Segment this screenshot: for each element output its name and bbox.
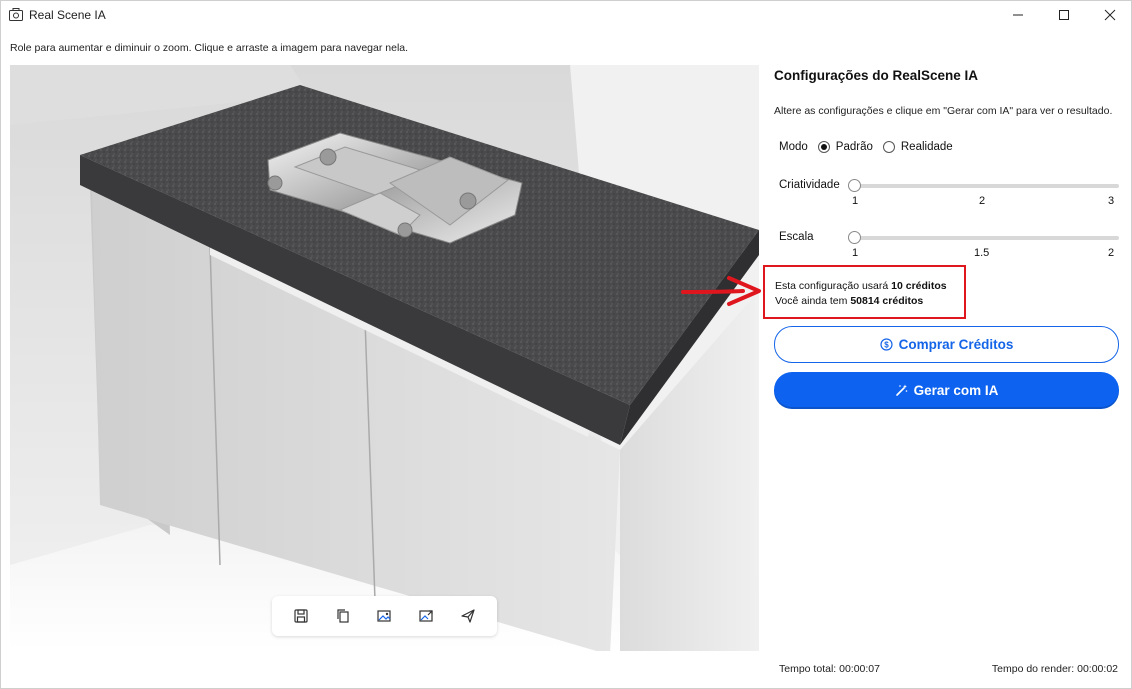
tick-label: 3 [1108,195,1115,207]
render-viewport[interactable] [10,65,759,651]
scale-label: Escala [779,231,814,243]
close-button[interactable] [1087,1,1132,29]
tick-label: 2 [1108,247,1115,259]
maximize-icon [1059,10,1069,20]
mode-option-realidade[interactable]: Realidade [882,141,953,153]
slider-track[interactable] [854,184,1119,188]
buy-credits-label: Comprar Créditos [898,337,1014,352]
tick-label: 1 [852,195,859,207]
mode-option-padrao[interactable]: Padrão [817,141,873,153]
mode-option-label: Padrão [835,141,873,153]
maximize-button[interactable] [1041,1,1087,29]
slider-thumb[interactable] [848,179,861,192]
credits-usage-value: 10 créditos [891,280,947,292]
svg-text:$: $ [884,341,889,350]
minimize-icon [1013,14,1023,16]
minimize-button[interactable] [995,1,1041,29]
mode-selector: Modo Padrão Realidade [779,141,953,153]
tick-label: 1 [852,247,859,259]
viewer-hint: Role para aumentar e diminuir o zoom. Cl… [10,42,409,54]
render-image[interactable] [10,65,759,651]
buy-credits-button[interactable]: $ Comprar Créditos [774,326,1119,363]
mode-option-label: Realidade [900,141,953,153]
settings-description: Altere as configurações e clique em "Ger… [774,105,1113,117]
credits-balance-prefix: Você ainda tem [775,295,851,307]
credits-balance-value: 50814 créditos [850,295,924,307]
slider-track[interactable] [854,236,1119,240]
image-export-button[interactable] [412,602,440,630]
magic-wand-icon [895,384,907,396]
window-title: Real Scene IA [29,8,106,22]
settings-title: Configurações do RealScene IA [774,68,979,83]
slider-thumb[interactable] [848,231,861,244]
credits-balance: Você ainda tem 50814 créditos [775,295,923,307]
creativity-slider[interactable] [848,178,1119,192]
scale-slider[interactable] [848,230,1119,244]
camera-icon [9,8,23,21]
save-button[interactable] [287,602,315,630]
mode-label: Modo [779,141,808,153]
tick-label: 2 [979,195,986,207]
copy-icon [337,609,349,623]
save-icon [294,609,308,623]
render-time: Tempo do render: 00:00:02 [991,663,1118,675]
image-toolbar [272,596,497,636]
radio-checked-icon[interactable] [817,141,830,153]
radio-unchecked-icon[interactable] [882,141,895,153]
coin-icon: $ [880,338,893,351]
credits-info-box: Esta configuração usará 10 créditos Você… [763,265,966,319]
generate-ai-button[interactable]: Gerar com IA [774,372,1119,409]
close-icon [1104,9,1116,21]
send-icon [461,609,475,623]
tick-label: 1.5 [974,247,990,259]
image-export-icon [419,610,433,622]
credits-usage-prefix: Esta configuração usará [775,280,892,292]
generate-ai-label: Gerar com IA [913,383,999,398]
image-edit-button[interactable] [370,602,398,630]
copy-button[interactable] [329,602,357,630]
red-arrow-icon [681,276,761,306]
send-button[interactable] [454,602,482,630]
credits-usage: Esta configuração usará 10 créditos [775,280,947,292]
creativity-label: Criatividade [779,179,840,191]
total-time: Tempo total: 00:00:07 [779,663,880,675]
image-edit-icon [377,610,392,622]
title-bar: Real Scene IA [1,1,1131,29]
